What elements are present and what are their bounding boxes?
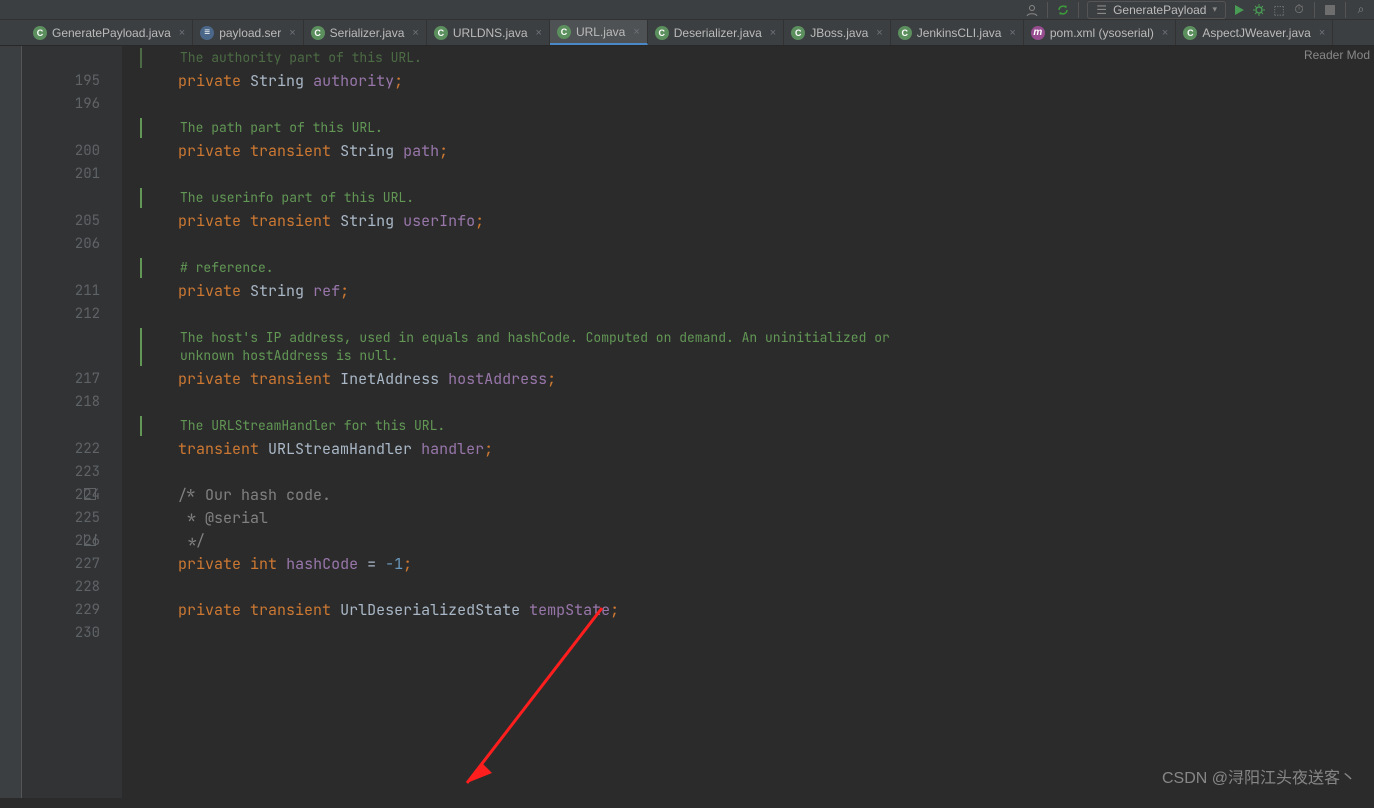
java-file-icon — [898, 26, 912, 40]
java-file-icon — [655, 26, 669, 40]
javadoc: The userinfo part of this URL. — [140, 188, 1374, 208]
fold-open-icon[interactable]: − — [84, 488, 96, 500]
list-icon: ☰ — [1096, 3, 1107, 17]
search-icon[interactable]: ⌕ — [1354, 3, 1368, 17]
line-number: 201 — [22, 163, 100, 186]
tab-label: URL.java — [576, 25, 625, 39]
java-file-icon — [1183, 26, 1197, 40]
chevron-down-icon: ▾ — [1212, 4, 1217, 15]
line-number — [22, 347, 100, 368]
line-number — [22, 186, 100, 210]
java-file-icon — [311, 26, 325, 40]
line-number: 225 — [22, 507, 100, 530]
line-number: 230 — [22, 622, 100, 645]
line-number: 223 — [22, 461, 100, 484]
file-tab[interactable]: pom.xml (ysoserial) × — [1024, 20, 1176, 45]
file-tab[interactable]: Serializer.java × — [304, 20, 427, 45]
line-number: 222 — [22, 438, 100, 461]
line-number: 226− — [22, 530, 100, 553]
file-tab[interactable]: GeneratePayload.java × — [26, 20, 193, 45]
line-number: 229 — [22, 599, 100, 622]
left-gutter — [0, 46, 22, 798]
watermark: CSDN @浔阳江头夜送客丶 — [1162, 764, 1356, 788]
line-number: 206 — [22, 233, 100, 256]
run-icon[interactable] — [1232, 3, 1246, 17]
main-toolbar: ☰ GeneratePayload ▾ ⬚ ⏱ ⌕ — [0, 0, 1374, 20]
reader-mode-label[interactable]: Reader Mod — [1304, 48, 1370, 62]
line-number — [22, 116, 100, 140]
line-number: 200 — [22, 140, 100, 163]
coverage-icon[interactable]: ⬚ — [1272, 3, 1286, 17]
line-number: 212 — [22, 303, 100, 326]
tab-label: JBoss.java — [810, 26, 868, 40]
close-icon[interactable]: × — [1319, 27, 1325, 39]
line-number: 195 — [22, 70, 100, 93]
fold-close-icon[interactable]: − — [84, 534, 96, 546]
close-icon[interactable]: × — [289, 27, 295, 39]
profile-icon[interactable]: ⏱ — [1292, 3, 1306, 17]
close-icon[interactable]: × — [770, 27, 776, 39]
javadoc: The URLStreamHandler for this URL. — [140, 416, 1374, 436]
line-number: 228 — [22, 576, 100, 599]
close-icon[interactable]: × — [1162, 27, 1168, 39]
close-icon[interactable]: × — [633, 26, 639, 38]
file-tab[interactable]: Deserializer.java × — [648, 20, 784, 45]
line-number: 227 — [22, 553, 100, 576]
editor-tabs: GeneratePayload.java×payload.ser×Seriali… — [0, 20, 1374, 46]
file-tab[interactable]: AspectJWeaver.java × — [1176, 20, 1333, 45]
sync-icon[interactable] — [1056, 3, 1070, 17]
file-tab[interactable]: URL.java × — [550, 20, 648, 45]
java-file-icon — [791, 26, 805, 40]
line-number: 205 — [22, 210, 100, 233]
line-number — [22, 256, 100, 280]
tab-label: Deserializer.java — [674, 26, 762, 40]
javadoc: The path part of this URL. — [140, 118, 1374, 138]
close-icon[interactable]: × — [536, 27, 542, 39]
run-config-select[interactable]: ☰ GeneratePayload ▾ — [1087, 1, 1226, 19]
tab-label: GeneratePayload.java — [52, 26, 171, 40]
line-number — [22, 414, 100, 438]
debug-icon[interactable] — [1252, 3, 1266, 17]
maven-file-icon — [1031, 26, 1045, 40]
line-gutter: 195196 200201 205206 211212 217218 222223224−… — [22, 46, 122, 798]
close-icon[interactable]: × — [412, 27, 418, 39]
stop-icon[interactable] — [1323, 3, 1337, 17]
run-config-label: GeneratePayload — [1113, 3, 1206, 17]
line-number: 224− — [22, 484, 100, 507]
close-icon[interactable]: × — [876, 27, 882, 39]
line-number: 211 — [22, 280, 100, 303]
line-number: 217 — [22, 368, 100, 391]
line-number: 196 — [22, 93, 100, 116]
javadoc: The authority part of this URL. — [140, 48, 1374, 68]
tab-label: pom.xml (ysoserial) — [1050, 26, 1154, 40]
user-icon[interactable] — [1025, 3, 1039, 17]
code-area[interactable]: The authority part of this URL. private … — [122, 46, 1374, 798]
file-tab[interactable]: JenkinsCLI.java × — [891, 20, 1024, 45]
file-tab[interactable]: URLDNS.java × — [427, 20, 550, 45]
close-icon[interactable]: × — [179, 27, 185, 39]
javadoc: # reference. — [140, 258, 1374, 278]
java-file-icon — [33, 26, 47, 40]
text-file-icon — [200, 26, 214, 40]
line-number — [22, 326, 100, 347]
file-tab[interactable]: JBoss.java × — [784, 20, 890, 45]
editor: 195196 200201 205206 211212 217218 222223224−… — [0, 46, 1374, 798]
line-number — [22, 46, 100, 70]
java-file-icon — [434, 26, 448, 40]
java-file-icon — [557, 25, 571, 39]
line-number: 218 — [22, 391, 100, 414]
close-icon[interactable]: × — [1009, 27, 1015, 39]
tab-label: JenkinsCLI.java — [917, 26, 1002, 40]
javadoc: The host's IP address, used in equals an… — [140, 328, 1374, 366]
tab-label: URLDNS.java — [453, 26, 528, 40]
tab-label: AspectJWeaver.java — [1202, 26, 1311, 40]
tab-label: Serializer.java — [330, 26, 405, 40]
file-tab[interactable]: payload.ser × — [193, 20, 303, 45]
tab-label: payload.ser — [219, 26, 281, 40]
